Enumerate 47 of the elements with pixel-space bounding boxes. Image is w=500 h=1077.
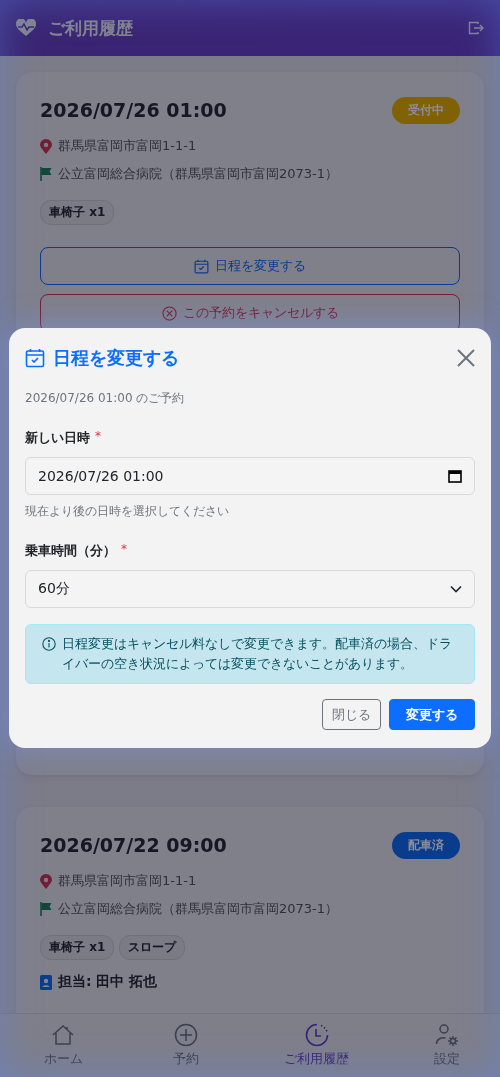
map-pin-icon <box>40 138 52 154</box>
destination-address: 公立富岡総合病院（群馬県富岡市富岡2073-1） <box>58 900 339 918</box>
date-time-field[interactable]: 2026/07/26 01:00 <box>25 457 475 495</box>
user-gear-icon <box>435 1023 459 1047</box>
reschedule-button[interactable]: 日程を変更する <box>40 247 460 285</box>
nav-tab[interactable]: 設定 <box>422 1014 472 1077</box>
plus-circle-icon <box>174 1023 198 1047</box>
field-label: 新しい日時 <box>25 429 90 447</box>
flag-icon <box>40 902 52 916</box>
help-text: 現在より後の日時を選択してください <box>25 503 230 520</box>
flag-icon <box>40 167 52 181</box>
required-mark: * <box>95 429 101 445</box>
notice-text: 日程変更はキャンセル料なしで変更できます。配車済の場合、ドライバーの空き状況によっては変更できないことがあります。 <box>62 635 453 673</box>
info-icon <box>42 637 56 651</box>
pickup-address: 群馬県富岡市富岡1-1-1 <box>58 137 197 155</box>
id-badge-icon <box>40 974 52 990</box>
status-badge: 配車済 <box>392 831 460 859</box>
page-title: ご利用履歴 <box>48 16 134 40</box>
field-label: 乗車時間（分） <box>25 542 116 560</box>
map-pin-icon <box>40 873 52 889</box>
logout-icon[interactable] <box>468 21 484 35</box>
nav-tab[interactable]: ご利用履歴 <box>284 1014 349 1077</box>
chevron-down-icon <box>450 585 462 593</box>
duration-select[interactable]: 60分 <box>25 570 475 608</box>
clock-icon <box>304 1023 329 1047</box>
booking-datetime: 2026/07/26 01:00 <box>40 99 227 121</box>
equipment-tag: 車椅子 x1 <box>40 935 115 960</box>
home-icon <box>51 1023 75 1047</box>
close-button[interactable] <box>457 349 475 367</box>
heart-pulse-icon <box>16 19 36 37</box>
required-mark: * <box>121 542 127 558</box>
x-circle-icon <box>161 305 177 321</box>
destination-address: 公立富岡総合病院（群馬県富岡市富岡2073-1） <box>58 165 339 183</box>
pickup-address: 群馬県富岡市富岡1-1-1 <box>58 872 197 890</box>
calendar-icon <box>448 469 462 483</box>
calendar-icon <box>194 258 209 274</box>
booking-datetime: 2026/07/22 09:00 <box>40 834 227 856</box>
confirm-button[interactable]: 変更する <box>389 699 475 730</box>
booking-reference: 2026/07/26 01:00 のご予約 <box>25 390 186 407</box>
driver-name: 担当: 田中 拓也 <box>58 973 158 991</box>
calendar-icon <box>25 348 45 368</box>
close-dialog-button[interactable]: 閉じる <box>322 699 381 730</box>
equipment-tag: スロープ <box>119 935 186 960</box>
equipment-tag: 車椅子 x1 <box>40 200 115 225</box>
status-badge: 受付中 <box>392 96 460 124</box>
dialog-title: 日程を変更する <box>53 346 180 370</box>
nav-tab[interactable]: 予約 <box>161 1014 211 1077</box>
